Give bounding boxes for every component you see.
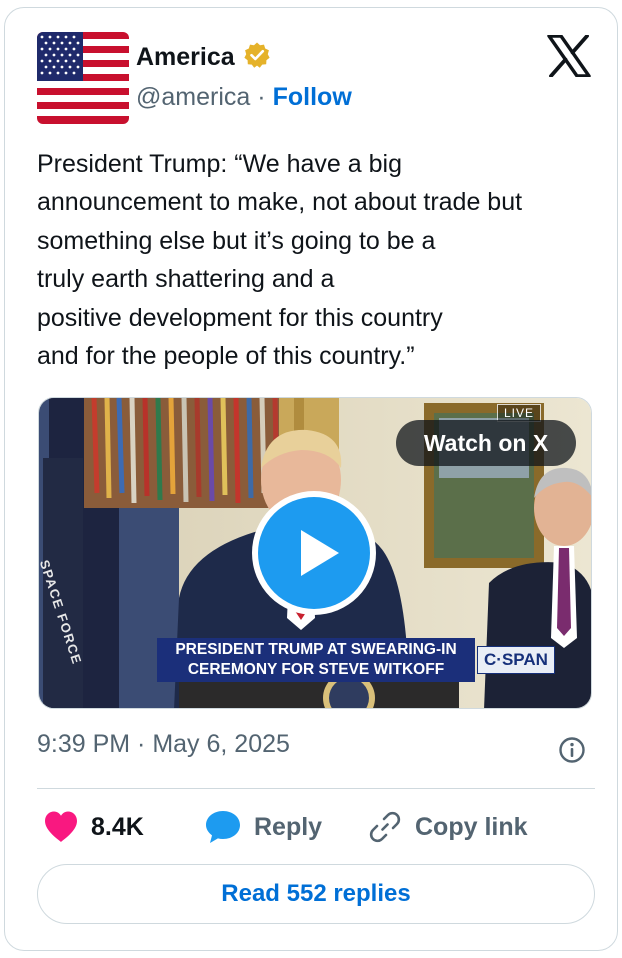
tweet-text-line: President Trump: “We have a big [37,150,402,178]
author-name-row: America [136,40,271,74]
tweet-card: America @america · Follow President Trum… [4,7,618,951]
divider [37,788,595,789]
tweet-text-line: announcement to make, not about trade bu… [37,188,523,217]
video-player[interactable]: SPACE FORCE LIVE Watch on X PRESIDENT TR… [38,397,592,709]
cspan-logo: C·SPAN [477,646,555,674]
chyron-line-2: CEREMONY FOR STEVE WITKOFF [187,661,445,678]
copy-link-button[interactable]: Copy link [367,805,528,849]
us-flag-avatar[interactable] [37,32,129,124]
tweet-text: President Trump: “We have a big announce… [37,145,597,375]
like-count: 8.4K [91,812,144,841]
reply-button[interactable]: Reply [204,805,322,849]
tweet-timestamp[interactable]: 9:39 PM · May 6, 2025 [37,730,290,759]
tweet-text-line: positive development for this country [37,303,443,332]
reply-label: Reply [254,812,323,841]
news-chyron: PRESIDENT TRUMP AT SWEARING-IN CEREMONY … [157,638,475,682]
info-icon[interactable] [558,736,586,764]
tweet-text-line: and for the people of this country.” [37,342,415,371]
verified-badge-icon [243,41,271,74]
handle-row: @america · Follow [136,80,352,114]
copy-link-label: Copy link [415,812,528,841]
separator-dot: · [257,82,266,111]
tweet-text-line: something else but it’s going to be a [37,226,436,255]
like-button[interactable]: 8.4K [43,805,144,849]
play-icon[interactable] [249,488,379,618]
chyron-line-1: PRESIDENT TRUMP AT SWEARING-IN [175,641,457,658]
display-name[interactable]: America [136,43,235,72]
x-logo-icon[interactable] [547,34,591,78]
tweet-text-line: truly earth shattering and a [37,265,335,294]
read-replies-button[interactable]: Read 552 replies [37,864,595,924]
user-handle[interactable]: @america [136,83,250,112]
link-icon [367,809,403,845]
heart-icon [43,810,79,844]
watch-on-x-button[interactable]: Watch on X [396,420,576,466]
speech-bubble-icon [204,809,242,845]
follow-button[interactable]: Follow [273,83,352,112]
